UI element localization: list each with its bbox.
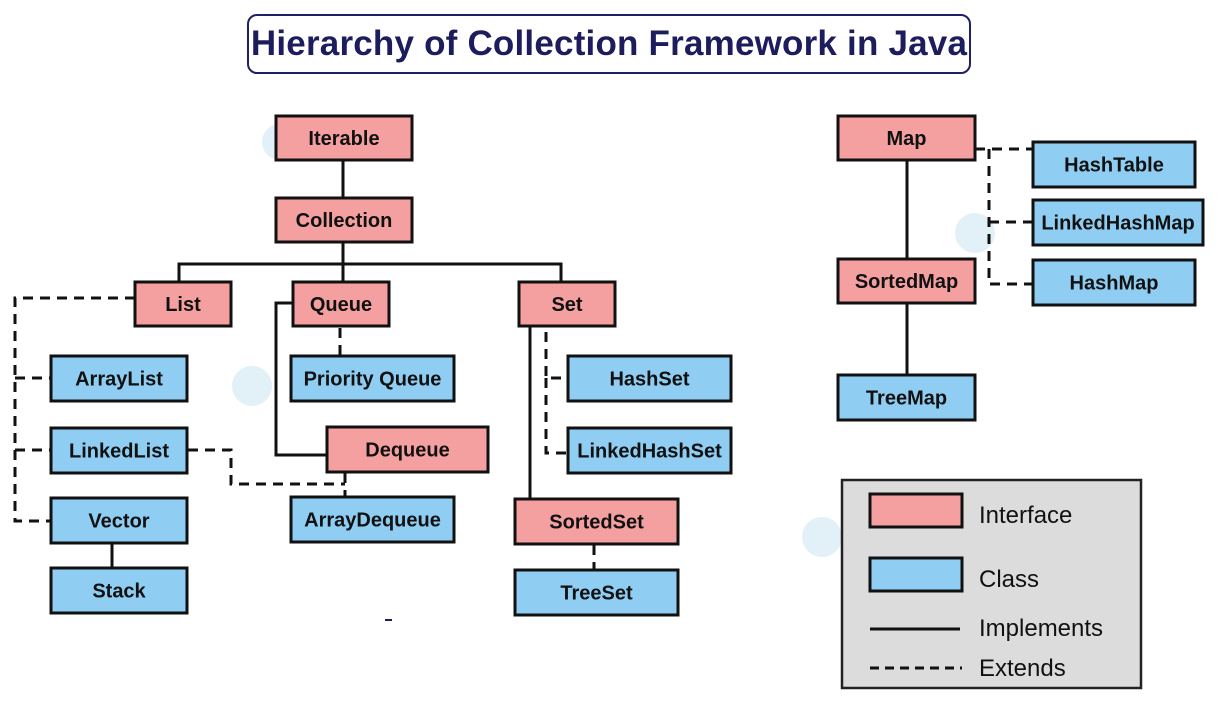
legend-class-label: Class bbox=[979, 566, 1039, 593]
edge-set-linkedhashset bbox=[544, 378, 568, 455]
node-collection: Collection bbox=[274, 196, 414, 244]
node-label: TreeSet bbox=[560, 583, 633, 605]
legend: Interface Class Implements Extends bbox=[840, 478, 1143, 690]
legend-interface-swatch bbox=[868, 492, 964, 529]
node-priorityqueue: Priority Queue bbox=[289, 354, 456, 403]
node-label: Priority Queue bbox=[304, 369, 442, 391]
node-label: SortedSet bbox=[549, 512, 644, 534]
legend-class-swatch bbox=[868, 556, 964, 593]
node-iterable: Iterable bbox=[274, 114, 414, 162]
edge-collection-list bbox=[177, 262, 563, 282]
edge-set-hashset bbox=[544, 332, 568, 380]
node-treemap: TreeMap bbox=[836, 373, 977, 422]
node-label: ArrayDequeue bbox=[304, 510, 441, 532]
node-arraylist: ArrayList bbox=[49, 354, 189, 403]
node-label: LinkedList bbox=[69, 441, 169, 463]
node-sortedset: SortedSet bbox=[513, 497, 680, 546]
node-label: Vector bbox=[88, 511, 149, 533]
node-label: HashSet bbox=[609, 369, 689, 391]
node-label: Set bbox=[551, 294, 582, 316]
node-hashmap: HashMap bbox=[1031, 258, 1197, 307]
node-label: Map bbox=[887, 128, 927, 150]
edge-map-hashmap bbox=[987, 149, 1033, 286]
hierarchy-diagram: Data Flair IterableCollectionListQueueSe… bbox=[13, 114, 1205, 690]
node-label: Iterable bbox=[308, 128, 379, 150]
node-label: SortedMap bbox=[855, 271, 958, 293]
node-label: LinkedHashMap bbox=[1041, 213, 1194, 235]
node-hashset: HashSet bbox=[566, 354, 733, 403]
node-treeset: TreeSet bbox=[513, 568, 680, 617]
node-label: Stack bbox=[92, 581, 146, 603]
node-stack: Stack bbox=[49, 566, 189, 615]
node-label: Dequeue bbox=[365, 440, 449, 462]
node-label: Collection bbox=[296, 210, 393, 232]
node-linkedlist: LinkedList bbox=[49, 426, 189, 475]
legend-implements-label: Implements bbox=[979, 615, 1103, 642]
legend-extends-label: Extends bbox=[979, 655, 1066, 682]
node-map: Map bbox=[836, 114, 977, 162]
node-set: Set bbox=[517, 280, 617, 328]
node-label: Queue bbox=[310, 294, 372, 316]
node-label: HashMap bbox=[1070, 273, 1159, 295]
node-vector: Vector bbox=[49, 496, 189, 545]
node-linkedhashmap: LinkedHashMap bbox=[1031, 198, 1205, 247]
node-label: ArrayList bbox=[75, 369, 163, 391]
node-list: List bbox=[133, 280, 233, 328]
node-arraydequeue: ArrayDequeue bbox=[289, 495, 456, 544]
edge-list-subclasses bbox=[13, 296, 135, 523]
legend-interface-label: Interface bbox=[979, 502, 1072, 529]
node-sortedmap: SortedMap bbox=[836, 257, 977, 305]
node-linkedhashset: LinkedHashSet bbox=[566, 426, 733, 475]
node-hashtable: HashTable bbox=[1031, 140, 1197, 189]
node-label: TreeMap bbox=[866, 388, 947, 410]
node-queue: Queue bbox=[291, 280, 391, 328]
edges-implements bbox=[110, 160, 909, 568]
node-dequeue: Dequeue bbox=[325, 425, 490, 474]
node-label: LinkedHashSet bbox=[577, 441, 722, 463]
node-label: List bbox=[165, 294, 201, 316]
node-label: HashTable bbox=[1064, 155, 1164, 177]
